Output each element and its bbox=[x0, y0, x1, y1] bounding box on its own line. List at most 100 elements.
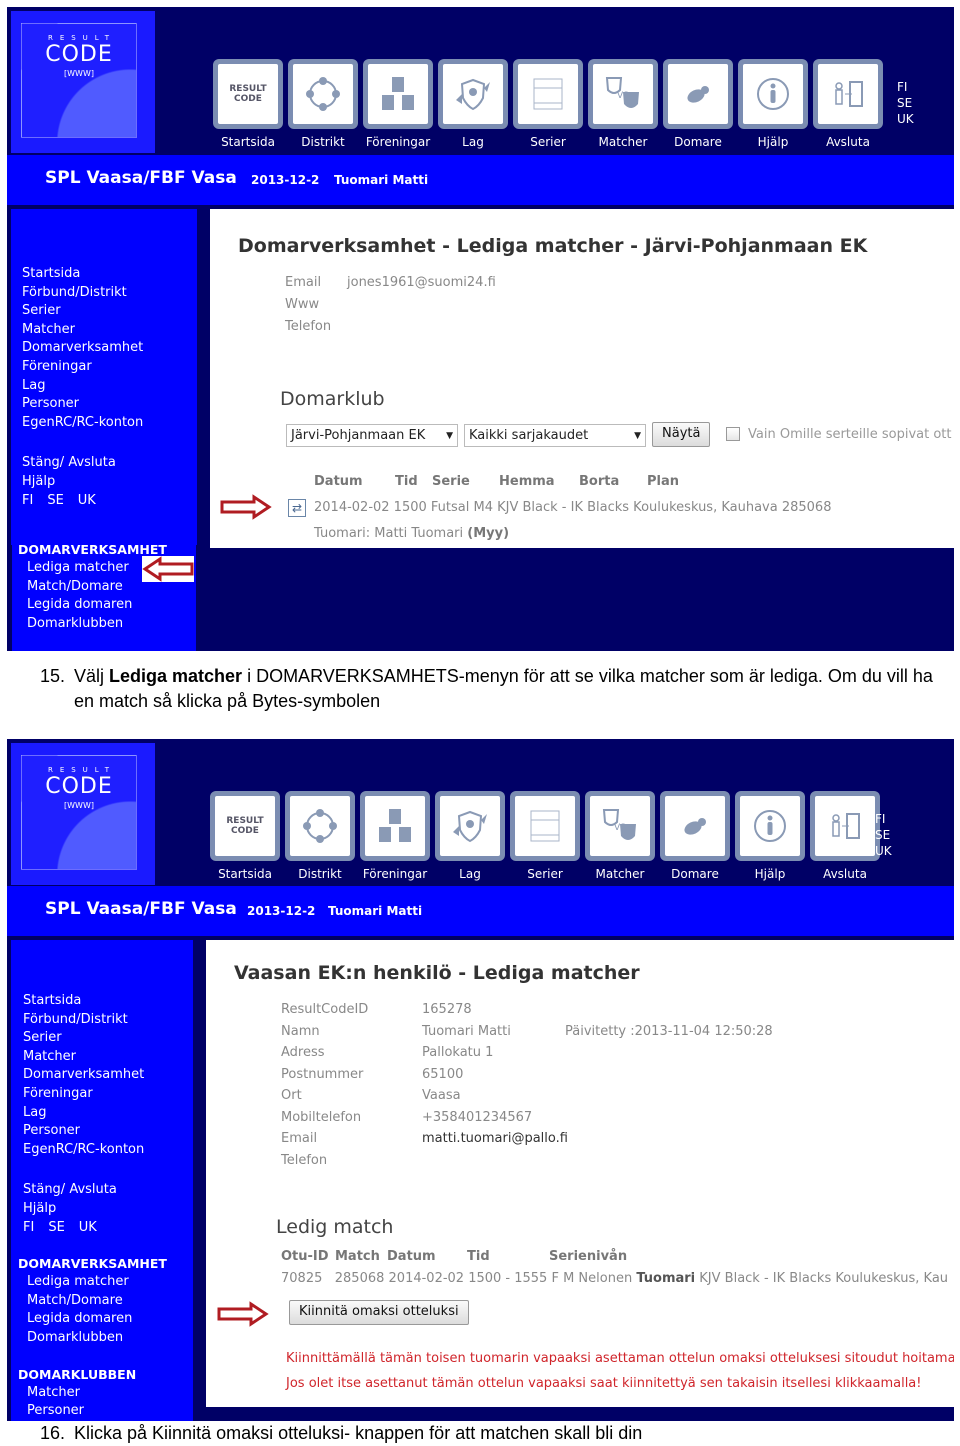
versus-shields-icon: VS bbox=[605, 77, 639, 108]
sidebar-item-personer[interactable]: Personer bbox=[22, 395, 197, 414]
label-adress: Adress bbox=[281, 1045, 325, 1060]
label-resultcodeid: ResultCodeID bbox=[281, 1002, 369, 1017]
page-title: Domarverksamhet - Lediga matcher - Järvi… bbox=[238, 235, 868, 257]
sidebar-item-avsluta[interactable]: Stäng/ Avsluta bbox=[22, 454, 197, 473]
sidebar-lang-uk[interactable]: UK bbox=[78, 492, 96, 511]
menu-item-match-domare[interactable]: Match/Domare bbox=[23, 1292, 193, 1311]
nav-serier[interactable]: Serier bbox=[510, 791, 580, 881]
label-telefon: Telefon bbox=[281, 1153, 328, 1168]
nav-hjalp[interactable]: Hjälp bbox=[738, 59, 808, 149]
resultcode-logo[interactable]: RESULT CODE [WWW] bbox=[11, 11, 155, 153]
nav-label: Föreningar bbox=[365, 135, 431, 149]
resultcode-logo[interactable]: RESULT CODE [WWW] bbox=[11, 743, 155, 885]
match-row: 2014-02-02 1500 Futsal M4 KJV Black - IK… bbox=[314, 500, 832, 515]
nav-lag[interactable]: Lag bbox=[438, 59, 508, 149]
sidebar-item-foreningar[interactable]: Föreningar bbox=[22, 358, 197, 377]
sidebar: Startsida Förbund/Distrikt Serier Matche… bbox=[11, 940, 193, 1421]
nav-domare[interactable]: Domare bbox=[660, 791, 730, 881]
main-content: Vaasan EK:n henkilö - Lediga matcher Res… bbox=[206, 940, 954, 1407]
season-select[interactable]: Kaikki sarjakaudet ▼ bbox=[464, 424, 646, 447]
sidebar-item-avsluta[interactable]: Stäng/ Avsluta bbox=[23, 1181, 193, 1200]
column-header-serie: Serie bbox=[432, 474, 470, 489]
sidebar-lang-fi[interactable]: FI bbox=[23, 1219, 34, 1238]
menu-item-domarklubben[interactable]: Domarklubben bbox=[18, 615, 196, 634]
sidebar-item-matcher[interactable]: Matcher bbox=[23, 1048, 193, 1067]
menu-item-domarklubben[interactable]: Domarklubben bbox=[23, 1329, 193, 1348]
lang-fi[interactable]: FI bbox=[897, 79, 914, 95]
menu-item-legida-domaren[interactable]: Legida domaren bbox=[18, 596, 196, 615]
sidebar-item-matcher[interactable]: Matcher bbox=[22, 321, 197, 340]
sidebar-lang-se[interactable]: SE bbox=[48, 1219, 64, 1238]
own-series-checkbox-label: Vain Omille serteille sopivat ott bbox=[748, 427, 952, 442]
sidebar-item-hjalp[interactable]: Hjälp bbox=[23, 1200, 193, 1219]
sidebar-item-egenrc[interactable]: EgenRC/RC-konton bbox=[23, 1141, 193, 1160]
swap-icon[interactable]: ⇄ bbox=[288, 499, 306, 517]
nav-startsida[interactable]: RESULT CODE Startsida bbox=[210, 791, 280, 881]
sidebar-item-forbund[interactable]: Förbund/Distrikt bbox=[23, 1011, 193, 1030]
sidebar-item-domarverksamhet[interactable]: Domarverksamhet bbox=[23, 1066, 193, 1085]
sidebar-item-serier[interactable]: Serier bbox=[22, 302, 197, 321]
nav-distrikt[interactable]: Distrikt bbox=[285, 791, 355, 881]
nav-label: Matcher bbox=[598, 135, 648, 149]
sidebar-item-serier[interactable]: Serier bbox=[23, 1029, 193, 1048]
sidebar-lang-fi[interactable]: FI bbox=[22, 492, 33, 511]
logo-code-text: CODE bbox=[45, 42, 113, 67]
column-header-otu-id: Otu-ID bbox=[281, 1249, 329, 1264]
sidebar-item-foreningar[interactable]: Föreningar bbox=[23, 1085, 193, 1104]
nav-lag[interactable]: Lag bbox=[435, 791, 505, 881]
nav-label: Serier bbox=[530, 135, 566, 149]
nav-hjalp[interactable]: Hjälp bbox=[735, 791, 805, 881]
nav-domare[interactable]: Domare bbox=[663, 59, 733, 149]
value-mobiltelefon: +358401234567 bbox=[422, 1110, 533, 1125]
sidebar-lang-uk[interactable]: UK bbox=[79, 1219, 97, 1238]
value-email[interactable]: matti.tuomari@pallo.fi bbox=[422, 1131, 568, 1146]
match-details: 285068 2014-02-02 1500 - 1555 F M Nelone… bbox=[334, 1271, 633, 1286]
menu-item-klubb-personer[interactable]: Personer bbox=[23, 1402, 193, 1421]
sidebar-item-hjalp[interactable]: Hjälp bbox=[22, 473, 197, 492]
menu-item-lediga-matcher[interactable]: Lediga matcher bbox=[23, 1273, 193, 1292]
claim-match-button[interactable]: Kiinnitä omaksi otteluksi bbox=[289, 1300, 469, 1325]
nav-serier[interactable]: Serier bbox=[513, 59, 583, 149]
menu-item-klubb-matcher[interactable]: Matcher bbox=[23, 1384, 193, 1403]
club-select[interactable]: Järvi-Pohjanmaan EK ▼ bbox=[286, 424, 458, 447]
sidebar-item-lag[interactable]: Lag bbox=[22, 377, 197, 396]
whistle-icon bbox=[687, 86, 709, 103]
lang-se[interactable]: SE bbox=[897, 95, 914, 111]
sidebar-item-personer[interactable]: Personer bbox=[23, 1122, 193, 1141]
nav-matcher[interactable]: VS Matcher bbox=[585, 791, 655, 881]
nav-foreningar[interactable]: Föreningar bbox=[363, 59, 433, 149]
logo-code-text: CODE bbox=[45, 774, 113, 799]
team-shield-icon bbox=[453, 810, 487, 843]
nav-label: Föreningar bbox=[362, 867, 428, 881]
sidebar-item-forbund[interactable]: Förbund/Distrikt bbox=[22, 284, 197, 303]
lang-uk[interactable]: UK bbox=[875, 843, 892, 859]
instruction-15: 15. Välj Lediga matcher i DOMARVERKSAMHE… bbox=[40, 664, 955, 714]
nav-startsida[interactable]: RESULT CODE Startsida bbox=[213, 59, 283, 149]
lang-uk[interactable]: UK bbox=[897, 111, 914, 127]
nav-avsluta[interactable]: Avsluta bbox=[813, 59, 883, 149]
nav-foreningar[interactable]: Föreningar bbox=[360, 791, 430, 881]
sidebar-item-lag[interactable]: Lag bbox=[23, 1104, 193, 1123]
nav-avsluta[interactable]: Avsluta bbox=[810, 791, 880, 881]
sidebar-item-startsida[interactable]: Startsida bbox=[23, 992, 193, 1011]
step-number: 16. bbox=[40, 1423, 66, 1443]
value-email: jones1961@suomi24.fi bbox=[347, 275, 496, 290]
menu-item-legida-domaren[interactable]: Legida domaren bbox=[23, 1310, 193, 1329]
sidebar-lang-se[interactable]: SE bbox=[47, 492, 63, 511]
sidebar-item-egenrc[interactable]: EgenRC/RC-konton bbox=[22, 414, 197, 433]
show-button[interactable]: Näytä bbox=[652, 422, 711, 447]
clubs-icon bbox=[382, 77, 414, 110]
lang-se[interactable]: SE bbox=[875, 827, 892, 843]
nav-distrikt[interactable]: Distrikt bbox=[288, 59, 358, 149]
sidebar-item-startsida[interactable]: Startsida bbox=[22, 265, 197, 284]
sidebar-item-domarverksamhet[interactable]: Domarverksamhet bbox=[22, 339, 197, 358]
nav-matcher[interactable]: VS Matcher bbox=[588, 59, 658, 149]
lang-fi[interactable]: FI bbox=[875, 811, 892, 827]
label-mobiltelefon: Mobiltelefon bbox=[281, 1110, 362, 1125]
exit-door-icon bbox=[832, 813, 860, 839]
own-series-checkbox[interactable] bbox=[726, 427, 740, 441]
nav-label: Matcher bbox=[595, 867, 645, 881]
label-email: Email bbox=[285, 275, 322, 290]
nav-label: Avsluta bbox=[823, 867, 867, 881]
match-role: Tuomari bbox=[636, 1271, 696, 1286]
